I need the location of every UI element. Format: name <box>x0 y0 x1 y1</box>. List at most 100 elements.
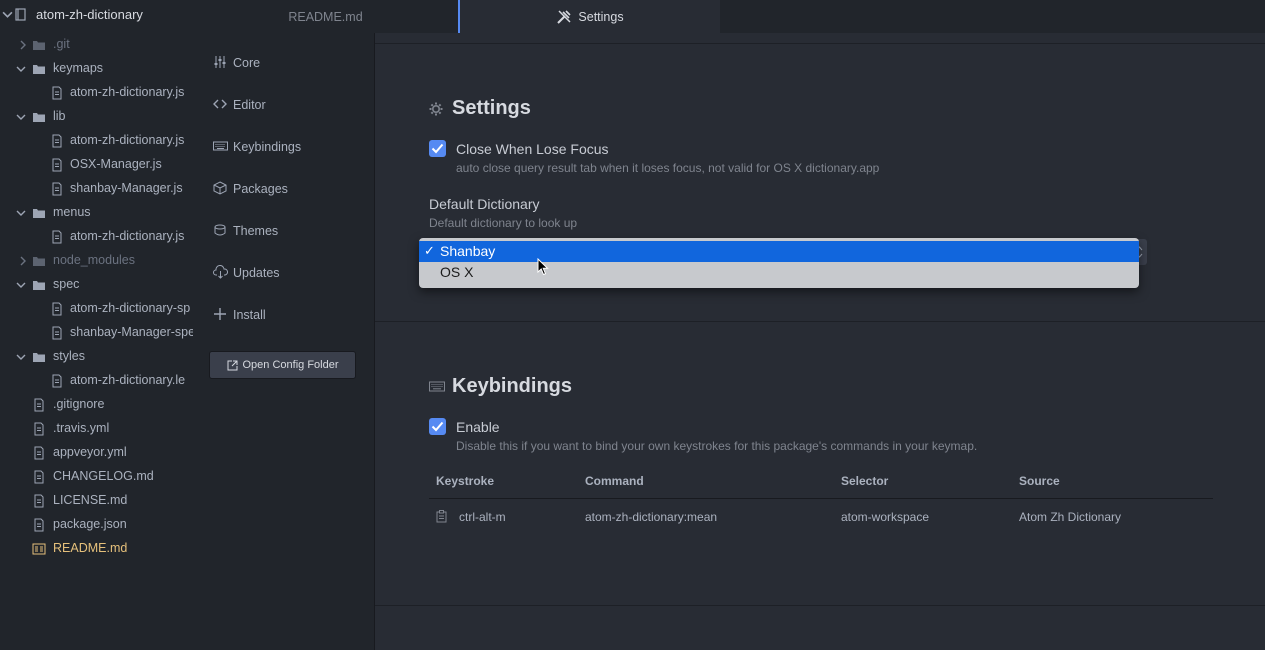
nav-editor[interactable]: Editor <box>193 87 374 123</box>
open-config-label: Open Config Folder <box>242 359 339 371</box>
tree-item-label: lib <box>53 109 66 123</box>
chevron-down-icon <box>16 114 26 120</box>
chevron-down-icon <box>16 210 26 216</box>
tree-file[interactable]: atom-zh-dictionary-sp <box>0 297 193 321</box>
file-icon <box>52 230 62 244</box>
dropdown-option-shanbay[interactable]: ✓ Shanbay <box>419 241 1139 262</box>
tree-folder-spec[interactable]: spec <box>0 273 193 297</box>
tree-folder-menus[interactable]: menus <box>0 201 193 225</box>
default-dictionary-dropdown: ✓ Shanbay OS X <box>419 238 1139 288</box>
tree-folder-node-modules[interactable]: node_modules <box>0 249 193 273</box>
tree-item-label: .gitignore <box>53 397 105 411</box>
tab-readme[interactable]: README.md <box>193 0 458 33</box>
tree-folder-lib[interactable]: lib <box>0 105 193 129</box>
close-when-lose-focus-title: Close When Lose Focus <box>456 141 609 157</box>
option-label: Shanbay <box>440 243 496 259</box>
checkmark-icon <box>431 143 444 154</box>
tree-file[interactable]: .gitignore <box>0 393 193 417</box>
tree-file-selected[interactable]: README.md <box>0 537 193 561</box>
folder-icon <box>33 41 45 50</box>
table-header-divider <box>429 498 1213 499</box>
nav-core[interactable]: Core <box>193 45 374 81</box>
tree-project-root[interactable]: atom-zh-dictionary <box>0 0 193 30</box>
tab-settings[interactable]: Settings <box>458 0 720 34</box>
dropdown-option-osx[interactable]: OS X <box>419 262 1139 283</box>
folder-icon <box>33 209 45 218</box>
nav-label: Core <box>233 56 261 70</box>
tree-item-label: shanbay-Manager-spe <box>70 325 193 339</box>
nav-themes[interactable]: Themes <box>193 213 374 249</box>
default-dictionary-desc: Default dictionary to look up <box>429 216 578 230</box>
file-icon <box>52 302 62 316</box>
tree-file[interactable]: shanbay-Manager.js <box>0 177 193 201</box>
tree-file[interactable]: .travis.yml <box>0 417 193 441</box>
tree-folder-styles[interactable]: styles <box>0 345 193 369</box>
tree-file[interactable]: appveyor.yml <box>0 441 193 465</box>
tree-file[interactable]: package.json <box>0 513 193 537</box>
column-header-selector: Selector <box>841 474 889 488</box>
tree-item-label: atom-zh-dictionary-sp <box>70 301 191 315</box>
atom-window: atom-zh-dictionary .git keymaps atom-zh-… <box>0 0 1265 650</box>
checkmark-icon <box>431 421 444 432</box>
package-settings-view: Settings Close When Lose Focus auto clos… <box>374 33 1265 650</box>
enable-keybindings-checkbox[interactable] <box>429 418 446 435</box>
tree-folder-keymaps[interactable]: keymaps <box>0 57 193 81</box>
nav-label: Editor <box>233 98 266 112</box>
chevron-down-icon <box>16 282 26 288</box>
selector-cell: atom-workspace <box>841 510 930 524</box>
paintcan-icon <box>214 224 226 236</box>
nav-label: Install <box>233 308 266 322</box>
nav-updates[interactable]: Updates <box>193 255 374 291</box>
close-when-lose-focus-checkbox[interactable] <box>429 140 446 157</box>
tree-item-label: node_modules <box>53 253 136 267</box>
tree-item-label: atom-zh-dictionary.js <box>70 85 185 99</box>
chevron-down-icon <box>16 354 26 360</box>
tree-item-label: atom-zh-dictionary.js <box>70 133 185 147</box>
tree-file[interactable]: atom-zh-dictionary.le <box>0 369 193 393</box>
folder-icon <box>33 353 45 362</box>
settings-section-title: Settings <box>452 97 531 119</box>
mouse-pointer-icon <box>537 258 549 276</box>
keybindings-section-title: Keybindings <box>452 375 573 397</box>
option-label: OS X <box>440 264 474 280</box>
code-icon <box>213 99 227 109</box>
nav-label: Keybindings <box>233 140 302 154</box>
settings-nav-panel: Core Editor Keybindings Packages Themes … <box>193 33 374 650</box>
nav-label: Themes <box>233 224 279 238</box>
tree-file[interactable]: shanbay-Manager-spe <box>0 321 193 345</box>
nav-install[interactable]: Install <box>193 297 374 333</box>
tree-item-label: README.md <box>53 541 128 555</box>
clipboard-icon[interactable] <box>436 510 448 523</box>
nav-keybindings[interactable]: Keybindings <box>193 129 374 165</box>
tree-item-label: package.json <box>53 517 127 531</box>
tree-file[interactable]: atom-zh-dictionary.js <box>0 225 193 249</box>
plus-icon <box>214 308 226 320</box>
tree-file[interactable]: atom-zh-dictionary.js <box>0 81 193 105</box>
tree-item-label: CHANGELOG.md <box>53 469 154 483</box>
tree-file[interactable]: OSX-Manager.js <box>0 153 193 177</box>
folder-icon <box>33 113 45 122</box>
section-divider <box>375 605 1265 606</box>
open-config-folder-button[interactable]: Open Config Folder <box>209 351 356 379</box>
markdown-file-icon <box>32 543 46 555</box>
section-divider <box>375 321 1265 322</box>
chevron-right-icon <box>20 256 26 266</box>
file-icon <box>52 182 62 196</box>
tree-file[interactable]: CHANGELOG.md <box>0 465 193 489</box>
command-cell: atom-zh-dictionary:mean <box>585 510 718 524</box>
nav-packages[interactable]: Packages <box>193 171 374 207</box>
folder-icon <box>33 281 45 290</box>
tools-icon <box>557 10 571 24</box>
default-dictionary-title: Default Dictionary <box>429 196 540 212</box>
tab-bar: README.md Settings <box>193 0 1265 34</box>
file-icon <box>34 518 44 532</box>
tree-file[interactable]: atom-zh-dictionary.js <box>0 129 193 153</box>
folder-icon <box>33 65 45 74</box>
tree-file[interactable]: LICENSE.md <box>0 489 193 513</box>
link-external-icon <box>227 360 237 370</box>
enable-desc: Disable this if you want to bind your ow… <box>456 439 978 453</box>
file-icon <box>34 398 44 412</box>
chevron-down-icon <box>2 11 13 18</box>
keyboard-icon <box>429 381 445 392</box>
tree-folder-git[interactable]: .git <box>0 33 193 57</box>
